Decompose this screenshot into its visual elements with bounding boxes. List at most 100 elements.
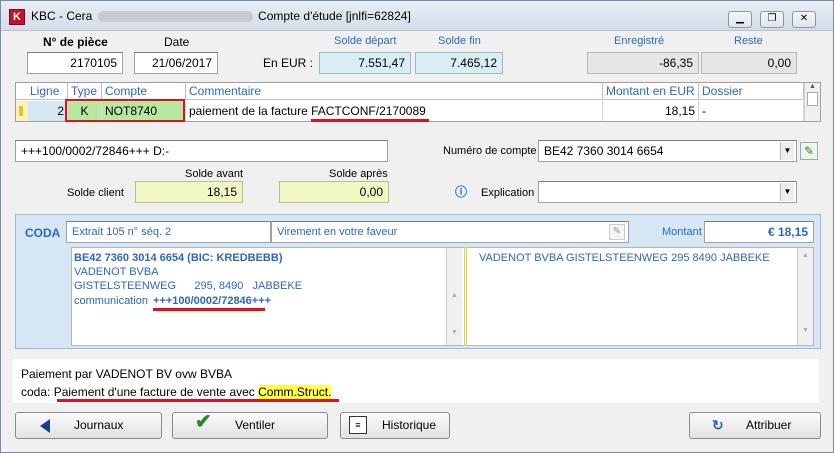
- coda-communication-label: communication: [74, 295, 148, 307]
- currency-label: En EUR :: [263, 56, 314, 70]
- document-icon: ≡: [349, 416, 367, 434]
- cell-montant[interactable]: 18,15: [603, 101, 699, 121]
- solde-avant-label: Solde avant: [185, 168, 244, 180]
- historique-button[interactable]: ≡ Historique: [340, 412, 450, 439]
- journaux-label: Journaux: [74, 418, 124, 432]
- info-line-2-highlight: Comm.Struct.: [258, 385, 332, 399]
- coda-label: CODA: [25, 226, 61, 240]
- underline-ref: [311, 119, 429, 122]
- info-icon[interactable]: ⓘ: [454, 185, 468, 199]
- cell-dossier[interactable]: -: [699, 101, 804, 121]
- chevron-down-icon[interactable]: ▼: [780, 142, 794, 160]
- explication-select[interactable]: ▼: [538, 181, 797, 203]
- column-header-ligne[interactable]: Ligne: [16, 83, 68, 100]
- solde-avant-field: 18,15: [135, 181, 243, 203]
- column-header-dossier[interactable]: Dossier: [699, 83, 804, 100]
- ventiler-button[interactable]: ✔ Ventiler: [172, 411, 328, 439]
- kbc-logo-icon: K: [9, 9, 25, 25]
- pin-icon[interactable]: ✎: [800, 142, 818, 160]
- info-line-1: Paiement par VADENOT BV ovw BVBA: [21, 367, 232, 381]
- numero-compte-select[interactable]: BE42 7360 3014 6654 ▼: [538, 140, 797, 162]
- coda-counterparty-box: VADENOT BVBA GISTELSTEENWEG 295 8490 JAB…: [464, 247, 814, 346]
- solde-depart-label: Solde départ: [334, 35, 397, 47]
- coda-panel: CODA Extrait 105 n° séq. 2 Virement en v…: [15, 214, 821, 349]
- restore-icon: ❐: [767, 13, 777, 24]
- date-label: Date: [164, 35, 190, 49]
- solde-fin-field: 7.465,12: [415, 52, 503, 74]
- numero-compte-label: Numéro de compte: [443, 145, 537, 157]
- solde-apres-field: 0,00: [279, 181, 389, 203]
- coda-name-line: VADENOT BVBA: [74, 266, 159, 278]
- entries-grid: Ligne Type Compte Commentaire Montant en…: [15, 82, 821, 122]
- cell-ligne[interactable]: 2: [28, 101, 68, 121]
- underline-info: [57, 399, 339, 402]
- attribuer-button[interactable]: ↻ Attribuer: [689, 412, 821, 439]
- scroll-thumb[interactable]: [807, 92, 818, 106]
- commentaire-ref: FACTCONF/2170089: [311, 104, 426, 118]
- coda-type-text: Virement en votre faveur: [277, 226, 398, 238]
- coda-scrollbar-right[interactable]: ▲ ▼: [797, 248, 813, 345]
- cell-commentaire[interactable]: paiement de la facture FACTCONF/2170089: [186, 101, 603, 121]
- minimize-icon: ▁: [736, 13, 744, 24]
- scroll-down-icon[interactable]: ▼: [447, 329, 462, 336]
- coda-address-line: GISTELSTEENWEG 295, 8490 JABBEKE: [74, 280, 303, 292]
- solde-fin-label: Solde fin: [438, 35, 481, 47]
- minimize-button[interactable]: ▁: [728, 11, 752, 28]
- scroll-down-icon[interactable]: ▼: [798, 327, 813, 334]
- column-header-compte[interactable]: Compte: [102, 83, 186, 100]
- coda-counterparty-text: VADENOT BVBA GISTELSTEENWEG 295 8490 JAB…: [479, 252, 770, 264]
- solde-client-label: Solde client: [67, 187, 124, 199]
- column-header-commentaire[interactable]: Commentaire: [186, 83, 603, 100]
- ventiler-label: Ventiler: [235, 418, 276, 432]
- coda-extrait-field: Extrait 105 n° séq. 2: [66, 221, 271, 243]
- attribuer-label: Attribuer: [746, 418, 792, 432]
- grid-scrollbar[interactable]: ▲: [804, 83, 820, 121]
- info-line-2-prefix: coda:: [21, 385, 54, 399]
- enregistre-field: -86,35: [587, 52, 699, 74]
- solde-apres-label: Solde après: [329, 168, 388, 180]
- communication-field[interactable]: +++100/0002/72846+++ D:-: [15, 140, 388, 162]
- info-line-2: coda: Paiement d'une facture de vente av…: [21, 385, 332, 399]
- column-header-montant[interactable]: Montant en EUR: [603, 83, 699, 100]
- highlight-box: [65, 99, 185, 122]
- column-header-type[interactable]: Type: [68, 83, 102, 100]
- main-window: K KBC - Cera Compte d'étude [jnlfi=62824…: [0, 0, 834, 453]
- coda-iban-line: BE42 7360 3014 6654 (BIC: KREDBEBB): [74, 252, 283, 264]
- scroll-up-icon[interactable]: ▲: [447, 292, 462, 299]
- window-title-prefix: KBC - Cera: [31, 9, 93, 23]
- coda-montant-field: € 18,15: [704, 221, 814, 243]
- table-row[interactable]: 2 K NOT8740 paiement de la facture FACTC…: [16, 99, 804, 122]
- close-icon: ✕: [799, 13, 809, 24]
- coda-communication-value: +++100/0002/72846+++: [153, 295, 272, 307]
- commentaire-text: paiement de la facture: [189, 104, 312, 118]
- checkmark-icon: ✔: [195, 411, 212, 433]
- info-line-2-text: Paiement d'une facture de vente avec: [53, 385, 259, 399]
- date-field[interactable]: 21/06/2017: [134, 52, 218, 74]
- scroll-up-icon[interactable]: ▲: [805, 83, 820, 90]
- coda-details-box: BE42 7360 3014 6654 (BIC: KREDBEBB) VADE…: [71, 247, 465, 346]
- arrow-left-icon: [40, 419, 50, 433]
- journaux-button[interactable]: Journaux: [15, 412, 162, 439]
- underline-communication: [153, 308, 265, 311]
- close-button[interactable]: ✕: [792, 11, 816, 28]
- numero-compte-value: BE42 7360 3014 6654: [544, 144, 664, 158]
- coda-scrollbar[interactable]: ▲ ▼: [446, 248, 462, 345]
- row-indicator-icon: [16, 101, 28, 121]
- refresh-icon: ↻: [712, 417, 724, 433]
- info-panel: Paiement par VADENOT BV ovw BVBA coda: P…: [13, 359, 819, 403]
- window-title: KBC - Cera Compte d'étude [jnlfi=62824]: [31, 9, 411, 23]
- piece-label: N° de pièce: [43, 35, 108, 49]
- enregistre-label: Enregistré: [614, 35, 665, 47]
- pin-icon[interactable]: ✎: [609, 224, 625, 240]
- restore-button[interactable]: ❐: [760, 11, 784, 28]
- coda-type-field: Virement en votre faveur ✎: [271, 221, 629, 243]
- coda-montant-label: Montant: [662, 226, 702, 238]
- chevron-down-icon[interactable]: ▼: [780, 183, 794, 201]
- reste-field: 0,00: [701, 52, 797, 74]
- explication-label: Explication: [481, 187, 535, 199]
- redacted-text: [97, 11, 253, 23]
- scroll-up-icon[interactable]: ▲: [798, 252, 813, 259]
- piece-number-field[interactable]: 2170105: [27, 52, 123, 74]
- window-title-suffix: Compte d'étude [jnlfi=62824]: [258, 9, 411, 23]
- title-bar: K KBC - Cera Compte d'étude [jnlfi=62824…: [1, 1, 833, 31]
